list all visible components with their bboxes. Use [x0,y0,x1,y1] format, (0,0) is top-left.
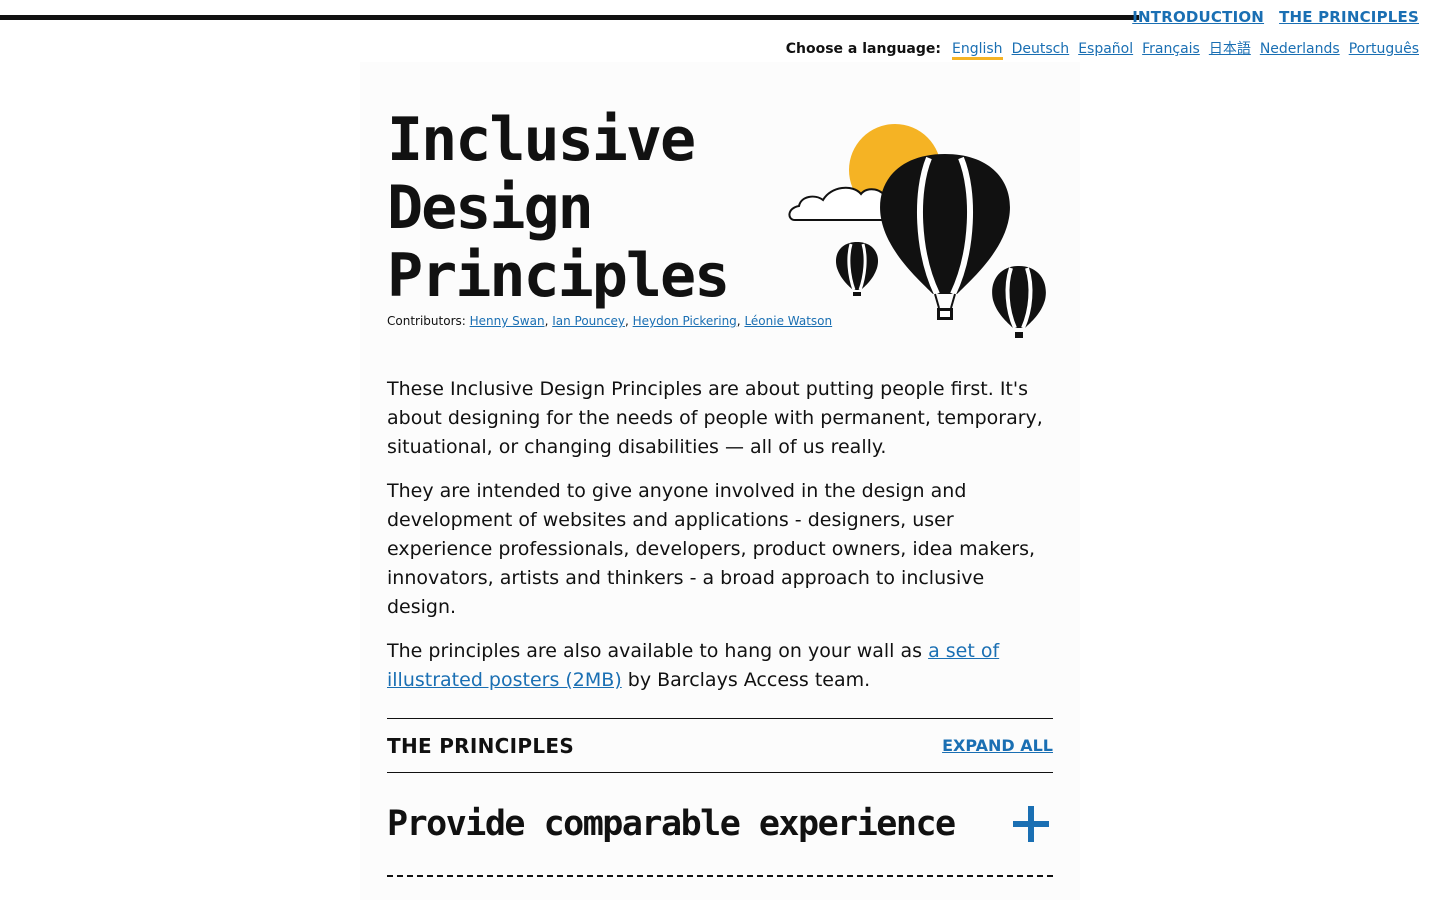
language-english[interactable]: English [952,41,1003,60]
principle-item[interactable]: Provide comparable experience [387,773,1053,877]
top-rule [0,15,1139,20]
contributors: Contributors: Henny Swan, Ian Pouncey, H… [387,314,833,328]
plus-icon[interactable] [1013,804,1053,844]
page-title: Inclusive Design Principles [387,105,730,311]
language-francais[interactable]: Français [1142,41,1200,57]
nav-the-principles[interactable]: THE PRINCIPLES [1279,8,1419,26]
small-balloon-left-icon [835,242,879,296]
contributor-henny-swan[interactable]: Henny Swan [470,314,545,328]
contributors-label: Contributors: [387,314,466,328]
intro: These Inclusive Design Principles are ab… [387,375,1053,710]
contributor-ian-pouncey[interactable]: Ian Pouncey [552,314,625,328]
intro-p3-tail: by Barclays Access team. [621,669,871,691]
expand-all-button[interactable]: EXPAND ALL [942,736,1053,755]
intro-paragraph-3: The principles are also available to han… [387,637,1053,695]
nav-introduction[interactable]: INTRODUCTION [1132,8,1264,26]
main-content: Inclusive Design Principles Contributors… [360,62,1080,900]
language-deutsch[interactable]: Deutsch [1012,41,1070,57]
language-label: Choose a language: [785,41,941,57]
contributor-leonie-watson[interactable]: Léonie Watson [744,314,832,328]
intro-paragraph-1: These Inclusive Design Principles are ab… [387,378,1043,458]
principle-title: Provide comparable experience [387,804,956,844]
hero: Inclusive Design Principles Contributors… [387,62,1053,352]
title-line-3: Principles [387,241,730,311]
language-nederlands[interactable]: Nederlands [1260,41,1340,57]
language-selector: Choose a language: English Deutsch Españ… [786,38,1419,60]
intro-paragraph-2: They are intended to give anyone involve… [387,480,1036,618]
small-balloon-right-icon [992,266,1046,338]
hot-air-balloons-illustration [788,124,1046,338]
principles-header: THE PRINCIPLES EXPAND ALL [387,718,1053,773]
language-espanol[interactable]: Español [1078,41,1133,57]
title-line-2: Design [387,173,594,243]
language-portugues[interactable]: Português [1349,41,1419,57]
language-japanese[interactable]: 日本語 [1209,38,1251,58]
contributor-heydon-pickering[interactable]: Heydon Pickering [633,314,737,328]
large-balloon-icon [880,154,1010,320]
title-line-1: Inclusive [387,105,696,175]
intro-p3-text: The principles are also available to han… [387,640,929,662]
top-nav: INTRODUCTION THE PRINCIPLES [1132,8,1419,26]
principles-heading: THE PRINCIPLES [387,733,575,758]
